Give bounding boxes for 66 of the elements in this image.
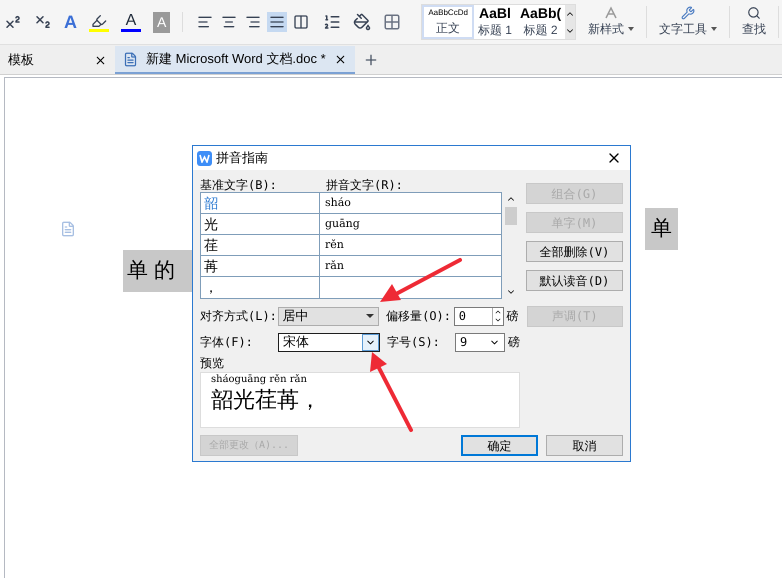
app-logo-icon bbox=[197, 150, 212, 166]
tab-title: 新建 Microsoft Word 文档.doc * bbox=[146, 50, 326, 68]
command-label: 文字工具 bbox=[659, 21, 708, 38]
base-text-cell[interactable]: 韶 bbox=[201, 193, 320, 213]
selected-text: 单 bbox=[645, 208, 678, 250]
decrease-icon[interactable] bbox=[494, 316, 502, 324]
ribbon-command[interactable]: 查找 bbox=[742, 6, 780, 38]
align-dropdown[interactable]: 居中 bbox=[278, 306, 380, 326]
command-label: 查找 bbox=[742, 21, 766, 38]
align-label: 对齐方式(L): bbox=[200, 308, 278, 325]
increase-icon[interactable] bbox=[494, 308, 502, 316]
offset-label: 偏移量(O): bbox=[386, 308, 452, 325]
close-icon[interactable] bbox=[94, 54, 107, 66]
size-combobox[interactable]: 9 bbox=[455, 332, 505, 352]
base-text-cell[interactable]: 光 bbox=[201, 214, 320, 234]
pinyin-text-cell[interactable]: rǎn bbox=[320, 256, 502, 276]
subscript-icon[interactable] bbox=[34, 13, 52, 31]
preview-pinyin: sháoguāng rěn rǎn bbox=[211, 373, 308, 386]
preview-label: 预览 bbox=[200, 355, 225, 372]
dropdown-arrow-icon bbox=[366, 314, 374, 318]
ribbon-command[interactable]: 文字工具 bbox=[659, 6, 730, 38]
shading-icon[interactable] bbox=[353, 13, 372, 31]
pinyin-text-label: 拼音文字(R): bbox=[326, 177, 403, 192]
scrollbar-thumb[interactable] bbox=[504, 206, 517, 224]
search-icon bbox=[747, 6, 762, 20]
close-icon[interactable] bbox=[334, 52, 347, 66]
tab-title: 模板 bbox=[8, 51, 35, 70]
size-label: 字号(S): bbox=[387, 334, 441, 351]
base-text-cell[interactable]: 苒 bbox=[201, 256, 320, 276]
superscript-icon[interactable] bbox=[4, 13, 22, 31]
style-item[interactable]: AaBbCcDd 正文 bbox=[422, 5, 474, 39]
base-text-cell[interactable]: ， bbox=[201, 277, 320, 298]
style-item[interactable]: AaBl 标题 1 bbox=[474, 5, 516, 39]
dialog-title: 拼音指南 bbox=[216, 149, 269, 168]
font-color-button[interactable]: A bbox=[126, 12, 136, 28]
command-label: 新样式 bbox=[588, 21, 624, 38]
font-combobox[interactable]: 宋体 bbox=[278, 332, 380, 352]
ok-button[interactable]: 确定 bbox=[461, 435, 538, 456]
line-spacing-icon[interactable] bbox=[323, 13, 342, 31]
pinyin-text-cell[interactable]: rěn bbox=[320, 235, 502, 255]
base-text-label: 基准文字(B): bbox=[200, 177, 278, 192]
pinyin-text-cell[interactable]: sháo bbox=[320, 193, 502, 213]
caret-icon bbox=[628, 27, 634, 31]
cancel-button[interactable]: 取消 bbox=[546, 435, 623, 456]
caret-icon bbox=[711, 27, 718, 31]
offset-spinner[interactable]: 0 bbox=[454, 306, 504, 326]
border-icon[interactable] bbox=[383, 13, 402, 31]
document-tab[interactable]: 新建 Microsoft Word 文档.doc * bbox=[115, 46, 355, 74]
dialog-button[interactable]: 全部删除(V) bbox=[526, 241, 623, 262]
font-label: 字体(F): bbox=[200, 334, 254, 351]
style-icon bbox=[604, 6, 618, 20]
document-icon bbox=[123, 52, 138, 66]
wrench-icon bbox=[681, 6, 696, 20]
base-text-cell[interactable]: 荏 bbox=[201, 235, 320, 255]
preview-text: 韶光荏苒， bbox=[211, 386, 322, 414]
unit-label: 磅 bbox=[508, 334, 520, 351]
dialog-button[interactable]: 默认读音(D) bbox=[526, 270, 623, 291]
pinyin-text-cell[interactable]: guāng bbox=[320, 214, 502, 234]
align-icon[interactable] bbox=[267, 12, 288, 32]
new-tab-icon[interactable] bbox=[363, 52, 379, 68]
highlight-icon[interactable] bbox=[91, 12, 107, 28]
document-tab[interactable]: 模板 bbox=[0, 46, 115, 74]
style-item[interactable]: AaBb( 标题 2 bbox=[516, 5, 566, 39]
text-effect-button[interactable]: A bbox=[64, 8, 77, 36]
ribbon-command[interactable]: 新样式 bbox=[588, 6, 648, 38]
unit-label: 磅 bbox=[506, 308, 519, 325]
